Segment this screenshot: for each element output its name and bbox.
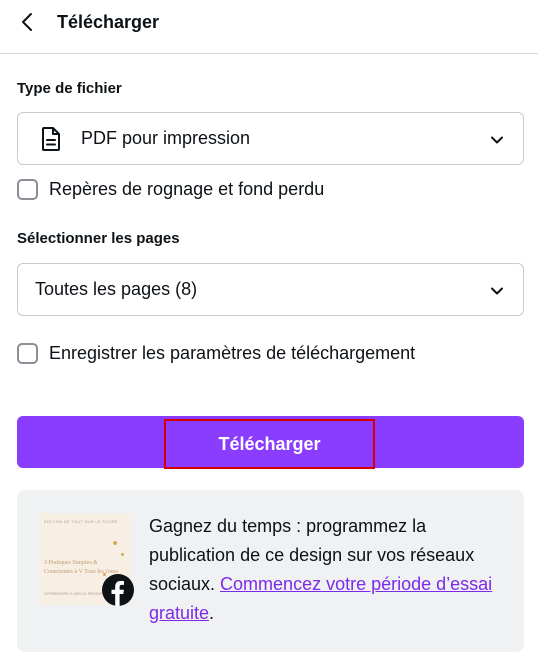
thumbnail-dot <box>121 553 124 556</box>
panel-header: Télécharger <box>0 0 538 54</box>
pages-value: Toutes les pages (8) <box>35 279 198 299</box>
file-type-select[interactable]: PDF pour impression <box>17 112 524 165</box>
chevron-left-icon <box>22 13 32 31</box>
save-settings-label: Enregistrer les paramètres de télécharge… <box>49 342 416 363</box>
crop-marks-checkbox[interactable] <box>17 178 38 200</box>
download-button[interactable]: Télécharger <box>17 416 524 469</box>
download-button-label: Télécharger <box>164 419 375 469</box>
promo-text: Gagnez du temps : programmez la publicat… <box>149 512 509 628</box>
chevron-down-icon <box>491 136 503 144</box>
schedule-promo-card: ÉDITION DE TOUT SUR LE SCORE 3 Pratiques… <box>17 490 524 652</box>
crop-marks-label: Repères de rognage et fond perdu <box>49 178 325 199</box>
thumbnail-top-text: ÉDITION DE TOUT SUR LE SCORE <box>44 519 118 524</box>
crop-marks-option[interactable]: Repères de rognage et fond perdu <box>17 177 324 201</box>
save-settings-checkbox[interactable] <box>17 342 38 364</box>
file-type-label: Type de fichier <box>17 80 122 97</box>
pages-select[interactable]: Toutes les pages (8) <box>17 263 524 316</box>
chevron-down-icon <box>491 287 503 295</box>
pages-label: Sélectionner les pages <box>17 230 180 247</box>
facebook-icon <box>102 574 134 606</box>
save-settings-option[interactable]: Enregistrer les paramètres de télécharge… <box>17 341 415 365</box>
promo-suffix: . <box>209 603 215 623</box>
thumbnail-dot <box>113 541 117 545</box>
panel-title: Télécharger <box>57 12 160 32</box>
file-document-icon <box>42 127 60 151</box>
file-type-value: PDF pour impression <box>81 128 251 148</box>
back-button[interactable] <box>14 8 40 36</box>
